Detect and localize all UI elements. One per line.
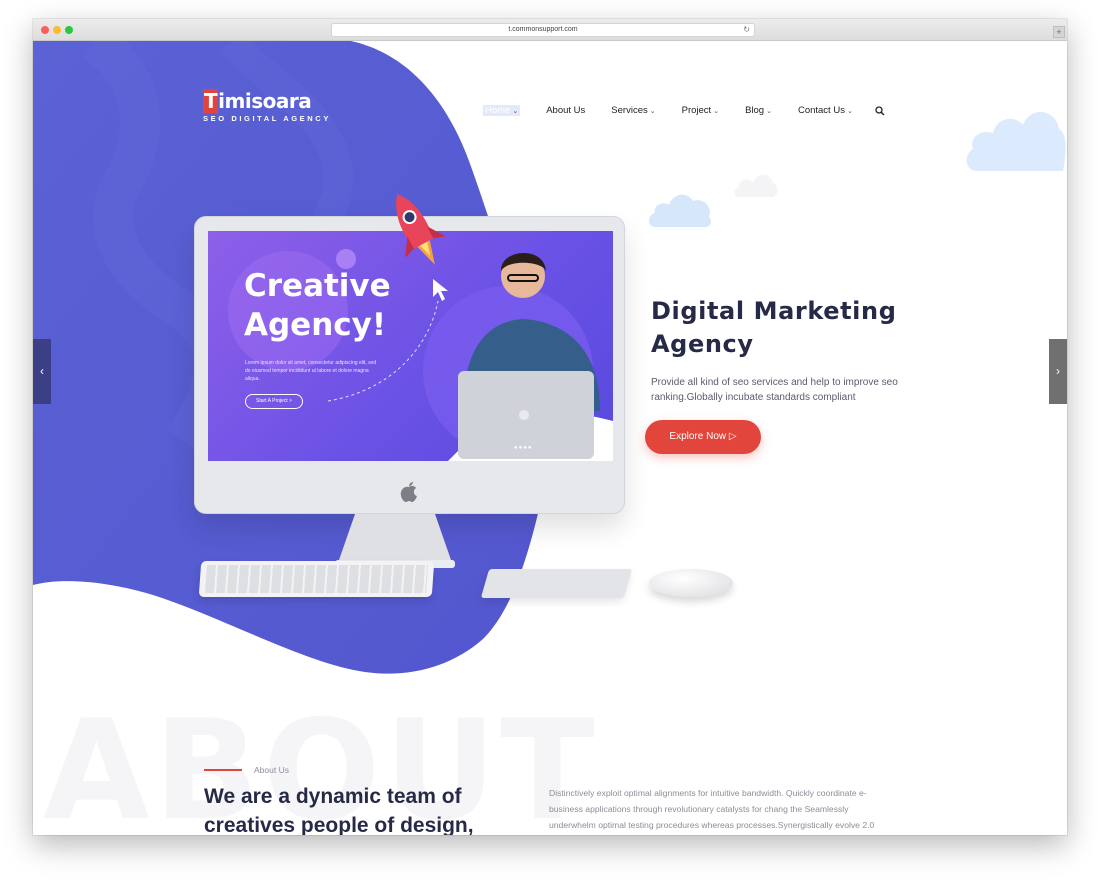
search-icon[interactable] — [875, 106, 885, 116]
page-content: Timisoara SEO DIGITAL AGENCY Home ⌄ About… — [33, 41, 1067, 835]
logo-title: Timisoara — [203, 89, 312, 113]
browser-chrome: t.commonsupport.com ↻ + — [33, 19, 1067, 41]
chevron-down-icon: ⌄ — [512, 107, 519, 115]
mockup-body-text: Lorem ipsum dolor sit amet, consectetur … — [245, 360, 377, 382]
mockup-heading: Creative Agency! — [244, 268, 391, 343]
explore-now-button[interactable]: Explore Now ▷ — [645, 420, 761, 454]
address-url: t.commonsupport.com — [508, 26, 578, 33]
mockup-start-project-button: Start A Project > — [245, 394, 303, 409]
close-window-button[interactable] — [41, 26, 49, 34]
mouse-mockup — [649, 569, 733, 597]
about-label: About Us — [254, 765, 289, 775]
site-logo[interactable]: Timisoara SEO DIGITAL AGENCY — [203, 89, 331, 123]
maximize-window-button[interactable] — [65, 26, 73, 34]
mockup-slider-dots: ●●●● — [514, 445, 533, 451]
logo-subtitle: SEO DIGITAL AGENCY — [203, 114, 331, 123]
cloud-small-decoration — [734, 174, 778, 197]
cloud-large-decoration — [966, 111, 1066, 171]
chevron-down-icon: ⌄ — [649, 107, 656, 115]
apple-logo-icon — [400, 482, 417, 502]
trackpad-mockup — [480, 569, 633, 598]
chevron-down-icon: ⌄ — [846, 107, 853, 115]
chevron-down-icon: ⌄ — [713, 107, 720, 115]
slider-next-arrow[interactable]: › — [1049, 339, 1067, 404]
minimize-window-button[interactable] — [53, 26, 61, 34]
cloud-medium-decoration — [649, 194, 712, 227]
hero-title: Digital Marketing Agency — [651, 297, 897, 358]
imac-stand — [335, 514, 455, 568]
about-heading: We are a dynamic team of creatives peopl… — [204, 785, 474, 835]
about-paragraph: Distinctively exploit optimal alignments… — [549, 788, 875, 830]
nav-item-home[interactable]: Home ⌄ — [483, 104, 521, 116]
about-accent-line — [204, 769, 242, 771]
slider-prev-arrow[interactable]: ‹ — [33, 339, 51, 404]
nav-item-contact-us[interactable]: Contact Us ⌄ — [798, 105, 853, 116]
new-tab-button[interactable]: + — [1053, 26, 1065, 38]
browser-window: t.commonsupport.com ↻ + Timisoara SEO DI… — [33, 19, 1067, 835]
rocket-icon — [396, 194, 446, 265]
nav-item-about-us[interactable]: About Us — [546, 105, 585, 116]
reload-icon[interactable]: ↻ — [743, 24, 750, 36]
chevron-down-icon: ⌄ — [766, 107, 772, 115]
nav-item-project[interactable]: Project ⌄ — [682, 105, 719, 116]
nav-item-blog[interactable]: Blog ⌄ — [745, 105, 772, 116]
keyboard-mockup — [198, 561, 435, 597]
address-bar[interactable]: t.commonsupport.com ↻ — [331, 23, 755, 37]
hero-description: Provide all kind of seo services and hel… — [651, 377, 898, 403]
nav-item-services[interactable]: Services ⌄ — [611, 105, 655, 116]
main-nav: Home ⌄ About Us Services ⌄ Project ⌄ Blog ⌄ … — [483, 103, 885, 117]
